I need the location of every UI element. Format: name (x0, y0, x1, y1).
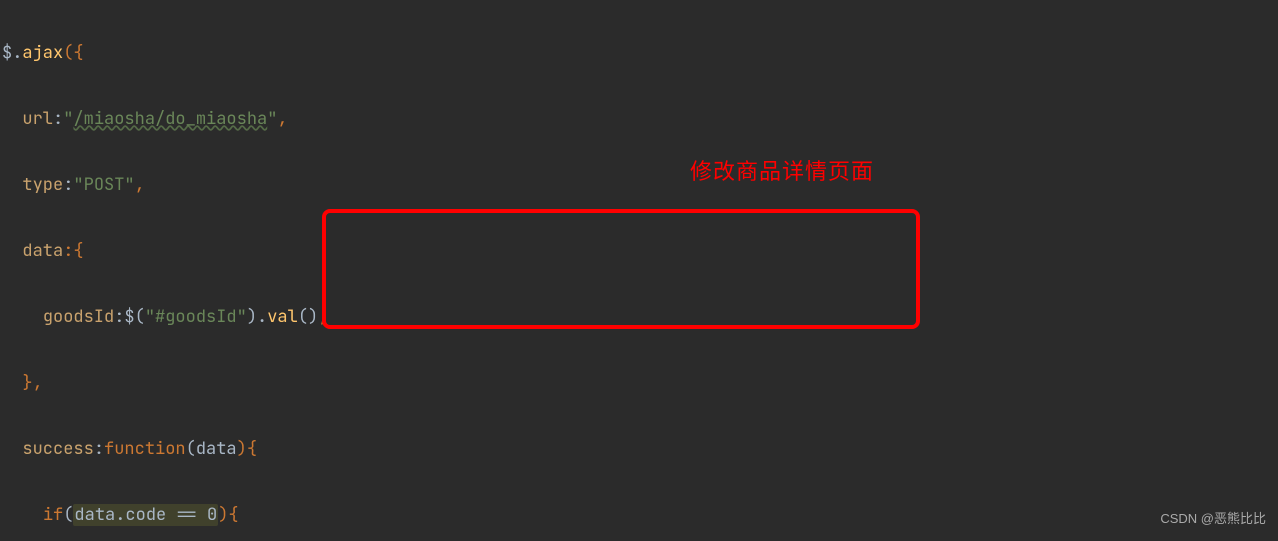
annotation-label: 修改商品详情页面 (690, 155, 874, 188)
code-line: url:"/miaosha/do_miaosha", (2, 103, 1278, 136)
code-line: if(data.code == 0){ (2, 499, 1278, 532)
code-line: $.ajax({ (2, 37, 1278, 70)
code-line: goodsId:$("#goodsId").val(), (2, 301, 1278, 334)
code-line: success:function(data){ (2, 433, 1278, 466)
code-line: }, (2, 367, 1278, 400)
code-editor[interactable]: $.ajax({ url:"/miaosha/do_miaosha", type… (0, 0, 1278, 541)
watermark: CSDN @恶熊比比 (1160, 502, 1266, 535)
code-line: type:"POST", (2, 169, 1278, 202)
code-line: data:{ (2, 235, 1278, 268)
